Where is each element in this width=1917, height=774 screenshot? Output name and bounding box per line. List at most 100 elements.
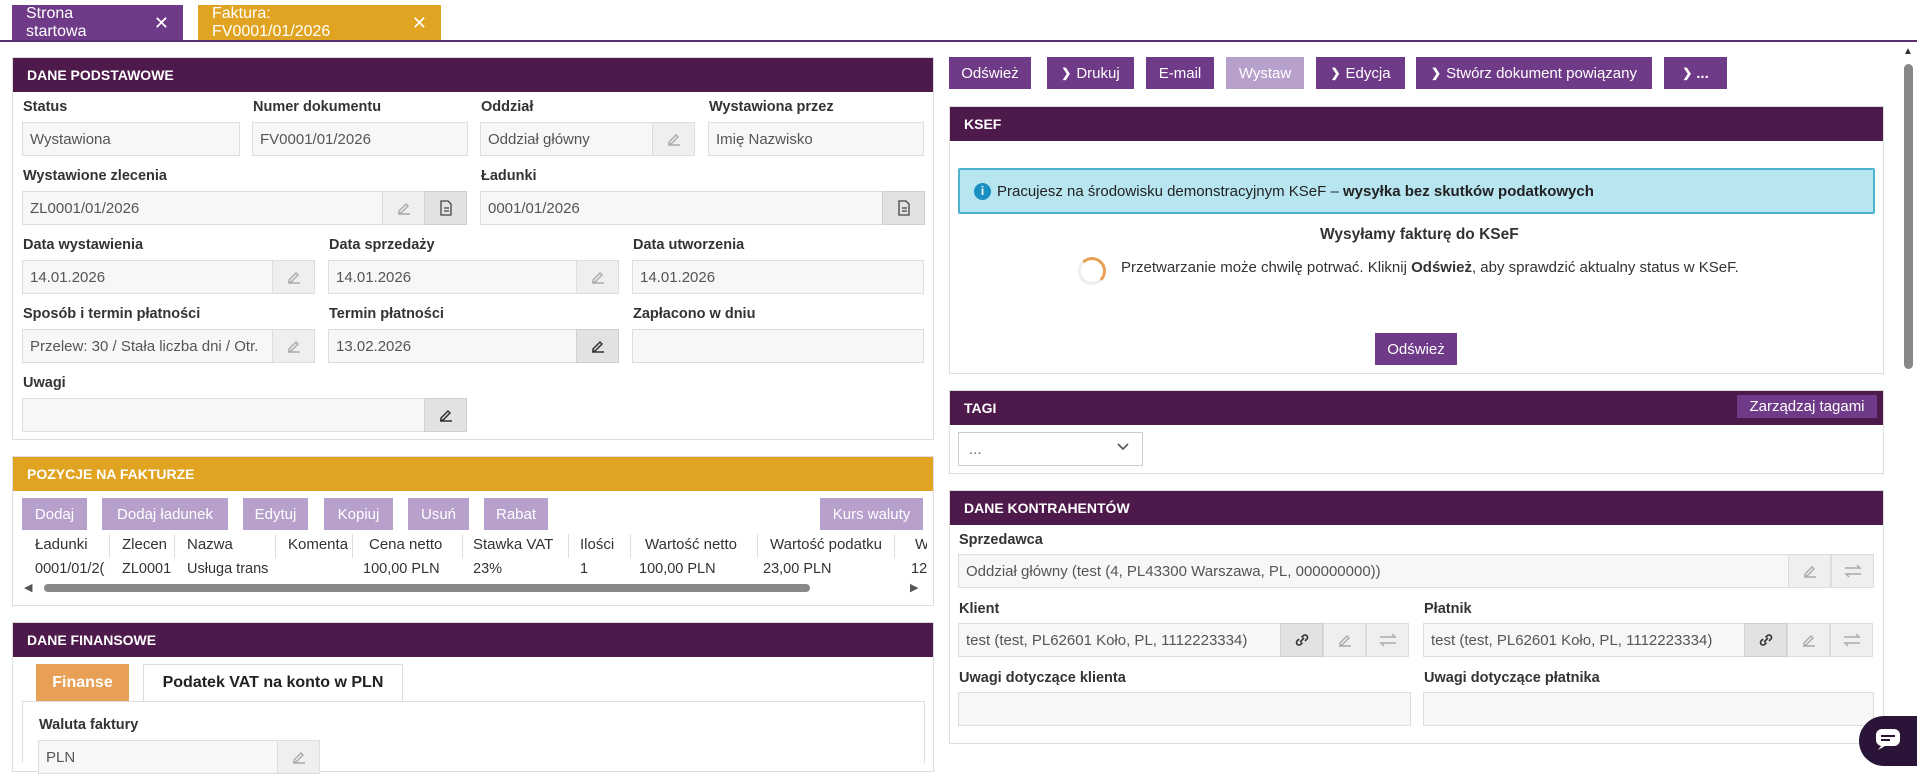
refresh-button[interactable]: Odśwież	[949, 57, 1031, 89]
edit-icon[interactable]	[1788, 554, 1831, 588]
issue-button[interactable]: Wystaw	[1226, 57, 1304, 89]
column-divider	[174, 534, 175, 558]
swap-icon[interactable]	[1366, 623, 1409, 657]
column-divider	[568, 534, 569, 558]
column-header[interactable]: Ilości	[580, 536, 630, 553]
edit-icon[interactable]	[1787, 623, 1830, 657]
ksef-info-bold: wysyłka bez skutków podatkowych	[1342, 182, 1594, 200]
delete-button[interactable]: Usuń	[408, 498, 469, 530]
table-cell: 12	[911, 561, 927, 577]
edit-icon[interactable]	[272, 329, 315, 363]
table-cell: Usługa trans	[187, 561, 269, 577]
tab-invoice[interactable]: Faktura: FV0001/01/2026 ✕	[198, 5, 441, 40]
notes-label: Uwagi	[23, 375, 66, 391]
info-icon: i	[974, 182, 991, 200]
column-header[interactable]: Stawka VAT	[473, 536, 568, 553]
edit-icon[interactable]	[277, 740, 320, 774]
table-cell: 100,00 PLN	[639, 561, 716, 577]
column-header[interactable]: Zlecen	[122, 536, 172, 553]
edit-icon[interactable]	[272, 260, 315, 294]
client-field: test (test, PL62601 Koło, PL, 1112223334…	[958, 623, 1281, 657]
edit-item-button[interactable]: Edytuj	[243, 498, 308, 530]
table-cell: 23,00 PLN	[763, 561, 832, 577]
number-field: FV0001/01/2026	[252, 122, 468, 156]
discount-button[interactable]: Rabat	[484, 498, 548, 530]
print-button[interactable]: ❯ Drukuj	[1047, 57, 1134, 89]
more-label: ...	[1696, 64, 1709, 82]
edit-icon[interactable]	[576, 329, 619, 363]
payment-method-field: Przelew: 30 / Stała liczba dni / Otr.	[22, 329, 273, 363]
currency-label: Waluta faktury	[39, 717, 139, 733]
copy-button[interactable]: Kopiuj	[324, 498, 393, 530]
table-cell: 1	[580, 561, 589, 577]
sale-date-label: Data sprzedaży	[329, 237, 435, 253]
chevron-down-icon: ❯	[1682, 66, 1693, 80]
chevron-down-icon: ❯	[1061, 66, 1072, 80]
payer-field: test (test, PL62601 Koło, PL, 1112223334…	[1423, 623, 1745, 657]
email-button[interactable]: E-mail	[1146, 57, 1214, 89]
column-header[interactable]: Cena netto	[369, 536, 459, 553]
edit-icon[interactable]	[652, 122, 695, 156]
number-label: Numer dokumentu	[253, 99, 382, 115]
chevron-down-icon	[1116, 440, 1130, 458]
close-icon[interactable]: ✕	[154, 14, 169, 32]
edit-icon[interactable]	[1323, 623, 1366, 657]
create-related-label: Stwórz dokument powiązany	[1446, 64, 1637, 82]
swap-icon[interactable]	[1830, 623, 1873, 657]
status-field: Wystawiona	[22, 122, 240, 156]
chevron-down-icon: ❯	[1330, 66, 1341, 80]
link-icon[interactable]	[1280, 623, 1323, 657]
payer-notes-field[interactable]	[1423, 692, 1874, 726]
tags-select[interactable]: ...	[958, 432, 1143, 466]
add-load-button[interactable]: Dodaj ładunek	[102, 498, 228, 530]
scroll-left-icon[interactable]: ◀	[24, 581, 32, 594]
column-header[interactable]: Wartość netto	[645, 536, 755, 553]
issue-date-field: 14.01.2026	[22, 260, 273, 294]
column-header[interactable]: Ładunki	[35, 536, 105, 553]
more-button[interactable]: ❯...	[1664, 57, 1727, 89]
loads-field: 0001/01/2026	[480, 191, 883, 225]
document-icon[interactable]	[882, 191, 925, 225]
tab-finance[interactable]: Finanse	[36, 664, 129, 701]
chat-button[interactable]	[1859, 716, 1917, 766]
column-header[interactable]: W	[915, 536, 927, 553]
horizontal-scrollbar[interactable]	[44, 584, 810, 592]
link-icon[interactable]	[1744, 623, 1787, 657]
edit-button[interactable]: ❯ Edycja	[1316, 57, 1405, 89]
manage-tags-button[interactable]: Zarządzaj tagami	[1737, 395, 1877, 418]
add-button[interactable]: Dodaj	[22, 498, 87, 530]
tab-vat[interactable]: Podatek VAT na konto w PLN	[143, 664, 403, 701]
column-divider	[462, 534, 463, 558]
payer-label: Płatnik	[1424, 601, 1472, 617]
branch-field: Oddział główny	[480, 122, 653, 156]
currency-field: PLN	[38, 740, 278, 774]
create-related-button[interactable]: ❯ Stwórz dokument powiązany	[1416, 57, 1652, 89]
edit-icon[interactable]	[382, 191, 425, 225]
notes-field[interactable]	[22, 398, 425, 432]
paid-on-field[interactable]	[632, 329, 924, 363]
client-notes-field[interactable]	[958, 692, 1411, 726]
ksef-message: Przetwarzanie może chwilę potrwać. Klikn…	[1121, 259, 1739, 276]
edit-icon[interactable]	[576, 260, 619, 294]
swap-icon[interactable]	[1831, 554, 1874, 588]
column-header[interactable]: Nazwa	[187, 536, 272, 553]
column-divider	[894, 534, 895, 558]
column-divider	[275, 534, 276, 558]
edit-icon[interactable]	[424, 398, 467, 432]
column-header[interactable]: Wartość podatku	[770, 536, 895, 553]
column-header[interactable]: Komenta	[288, 536, 348, 553]
table-cell: 23%	[473, 561, 503, 577]
tags-select-value: ...	[969, 440, 982, 458]
parties-header: DANE KONTRAHENTÓW	[950, 491, 1883, 525]
document-icon[interactable]	[424, 191, 467, 225]
currency-rate-button[interactable]: Kurs waluty	[820, 498, 923, 530]
finance-header: DANE FINANSOWE	[13, 623, 933, 657]
scroll-up-icon[interactable]: ▲	[1903, 46, 1913, 57]
ksef-refresh-button[interactable]: Odśwież	[1375, 333, 1457, 365]
close-icon[interactable]: ✕	[412, 14, 427, 32]
scroll-right-icon[interactable]: ▶	[910, 581, 918, 594]
branch-label: Oddział	[481, 99, 534, 115]
tab-home[interactable]: Strona startowa ✕	[12, 5, 183, 40]
edit-label: Edycja	[1345, 64, 1391, 82]
vertical-scrollbar[interactable]	[1904, 64, 1913, 369]
